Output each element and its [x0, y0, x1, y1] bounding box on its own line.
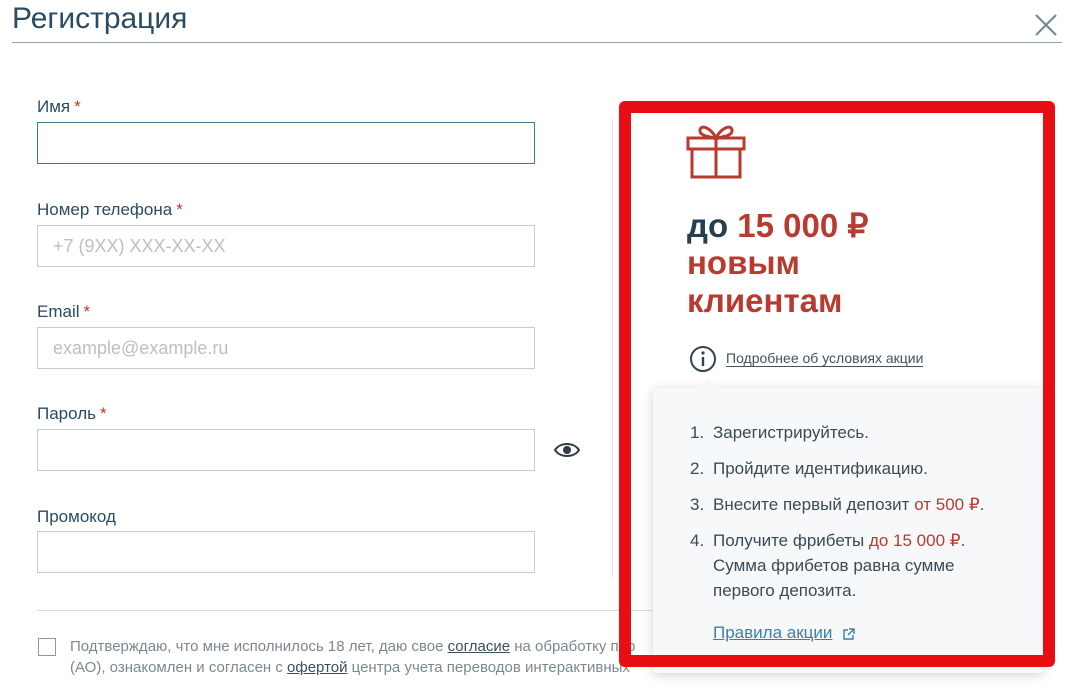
- promo-highlight-frame: [619, 101, 1055, 667]
- consent-checkbox[interactable]: [38, 638, 56, 656]
- name-label: Имя *: [37, 97, 81, 117]
- email-label: Email *: [37, 302, 90, 322]
- consent-link[interactable]: согласие: [448, 638, 510, 655]
- password-label: Пароль *: [37, 404, 107, 424]
- consent-text-part: на обработку пер: [510, 638, 636, 655]
- close-icon[interactable]: [1034, 13, 1058, 37]
- form-divider: [37, 610, 657, 611]
- eye-icon[interactable]: [554, 440, 580, 460]
- password-label-text: Пароль: [37, 404, 96, 423]
- dialog-title: Регистрация: [12, 2, 188, 35]
- consent-text-part: Подтверждаю, что мне исполнилось 18 лет,…: [70, 638, 448, 655]
- required-mark: *: [83, 302, 91, 321]
- consent-text-part: центра учета переводов интерактивных: [347, 659, 630, 676]
- offer-link[interactable]: офертой: [287, 659, 347, 676]
- column-divider: [612, 118, 613, 578]
- required-mark: *: [74, 97, 81, 116]
- promo-label: Промокод: [37, 507, 116, 526]
- consent-text-part: (АО), ознакомлен и согласен с: [70, 659, 288, 676]
- required-mark: *: [100, 404, 107, 423]
- email-label-text: Email: [37, 302, 80, 321]
- title-divider: [12, 42, 1062, 43]
- phone-label-text: Номер телефона: [37, 200, 173, 219]
- phone-label: Номер телефона *: [37, 200, 183, 220]
- name-label-text: Имя: [37, 97, 71, 116]
- required-mark: *: [176, 200, 183, 219]
- name-field[interactable]: [37, 122, 535, 164]
- phone-field[interactable]: [37, 225, 535, 267]
- consent-text: Подтверждаю, что мне исполнилось 18 лет,…: [70, 636, 670, 678]
- email-field[interactable]: [37, 327, 535, 369]
- password-field[interactable]: [37, 429, 535, 471]
- promo-code-field[interactable]: [37, 531, 535, 573]
